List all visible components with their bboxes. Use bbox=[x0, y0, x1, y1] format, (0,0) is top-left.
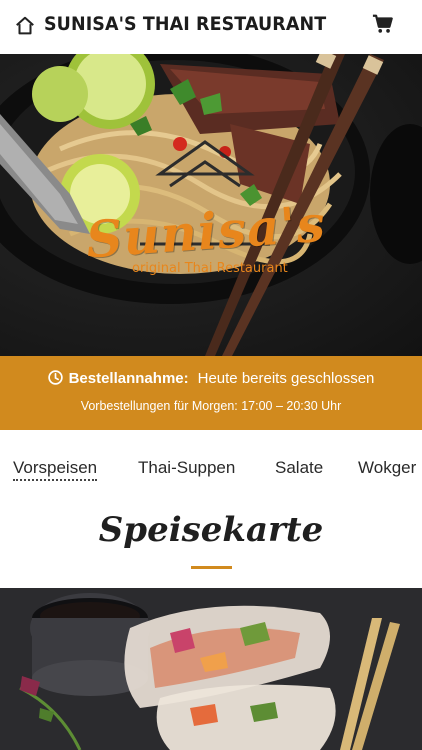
clock-icon bbox=[47, 370, 63, 385]
top-bar: SUNISA'S THAI RESTAURANT bbox=[0, 0, 422, 54]
category-tabs[interactable]: Vorspeisen Thai-Suppen Salate Wokger bbox=[0, 430, 422, 504]
restaurant-title[interactable]: SUNISA'S THAI RESTAURANT bbox=[44, 13, 326, 35]
spring-rolls-image bbox=[0, 588, 422, 750]
order-status-row: Bestellannahme: Heute bereits geschlossen bbox=[0, 370, 422, 387]
spring-rolls-illustration bbox=[0, 588, 422, 750]
preorder-hours: Vorbestellungen für Morgen: 17:00 – 20:3… bbox=[80, 399, 342, 413]
tab-thai-suppen[interactable]: Thai-Suppen bbox=[138, 458, 235, 478]
menu-heading: Speisekarte bbox=[98, 510, 324, 550]
order-status-text: Heute bereits geschlossen bbox=[197, 370, 375, 387]
hero-image: Sunisa's original Thai Restaurant bbox=[0, 54, 422, 356]
tab-vorspeisen[interactable]: Vorspeisen bbox=[13, 458, 98, 481]
tab-wokgerichte[interactable]: Wokger bbox=[358, 458, 416, 478]
order-status-label: Bestellannahme: bbox=[68, 370, 189, 387]
logo-subtitle: original Thai Restaurant bbox=[132, 261, 288, 276]
cart-icon[interactable] bbox=[372, 13, 394, 35]
tab-salate[interactable]: Salate bbox=[275, 458, 323, 478]
home-icon[interactable] bbox=[14, 15, 36, 37]
order-status-banner: Bestellannahme: Heute bereits geschlossen… bbox=[0, 356, 422, 430]
heading-underline bbox=[191, 566, 232, 569]
